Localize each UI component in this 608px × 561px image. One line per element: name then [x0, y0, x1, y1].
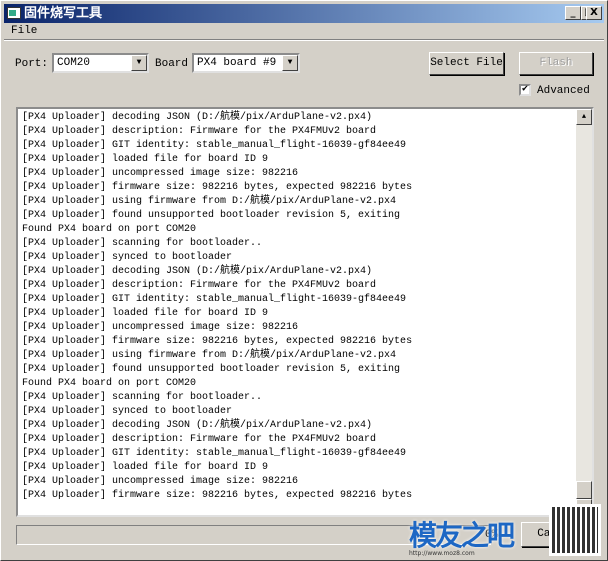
vertical-scrollbar[interactable]: ▲ ▼ — [576, 109, 592, 515]
board-value: PX4 board #9 — [197, 57, 277, 69]
log-line: [PX4 Uploader] loaded file for board ID … — [22, 154, 269, 165]
main-window: 固件烧写工具 _ □ X File Port: COM20 ▼ Board PX… — [0, 0, 608, 561]
log-line: [PX4 Uploader] decoding JSON (D:/航模/pix/… — [22, 266, 373, 277]
menu-file[interactable]: File — [11, 25, 37, 37]
log-line: [PX4 Uploader] uncompressed image size: … — [22, 322, 299, 333]
log-line: [PX4 Uploader] description: Firmware for… — [22, 434, 377, 445]
log-line: [PX4 Uploader] description: Firmware for… — [22, 126, 377, 137]
log-line: [PX4 Uploader] using firmware from D:/航模… — [22, 196, 397, 207]
menu-divider — [4, 39, 604, 41]
log-line: [PX4 Uploader] scanning for bootloader.. — [22, 392, 263, 403]
select-file-button[interactable]: Select File — [429, 52, 504, 75]
log-line: [PX4 Uploader] uncompressed image size: … — [22, 476, 299, 487]
log-line: [PX4 Uploader] GIT identity: stable_manu… — [22, 294, 407, 305]
log-line: Found PX4 board on port COM20 — [22, 378, 197, 389]
log-line: [PX4 Uploader] decoding JSON (D:/航模/pix/… — [22, 112, 373, 123]
log-line: [PX4 Uploader] firmware size: 982216 byt… — [22, 490, 413, 501]
flash-button[interactable]: Flash — [519, 52, 593, 75]
log-line: [PX4 Uploader] synced to bootloader — [22, 252, 233, 263]
scroll-thumb[interactable] — [576, 481, 592, 499]
log-line: [PX4 Uploader] decoding JSON (D:/航模/pix/… — [22, 420, 373, 431]
advanced-checkbox[interactable]: ✔ — [519, 84, 531, 96]
port-label: Port: — [15, 58, 49, 70]
log-line: [PX4 Uploader] synced to bootloader — [22, 406, 233, 417]
port-select[interactable]: COM20 ▼ — [52, 53, 149, 73]
qr-code — [549, 504, 601, 556]
window-title: 固件烧写工具 — [24, 6, 103, 21]
log-line: [PX4 Uploader] GIT identity: stable_manu… — [22, 140, 407, 151]
log-line: [PX4 Uploader] using firmware from D:/航模… — [22, 350, 397, 361]
log-line: [PX4 Uploader] found unsupported bootloa… — [22, 364, 401, 375]
log-line: [PX4 Uploader] scanning for bootloader.. — [22, 238, 263, 249]
log-line: [PX4 Uploader] GIT identity: stable_manu… — [22, 448, 407, 459]
log-line: [PX4 Uploader] firmware size: 982216 byt… — [22, 182, 413, 193]
log-line: [PX4 Uploader] loaded file for board ID … — [22, 462, 269, 473]
log-line: [PX4 Uploader] uncompressed image size: … — [22, 168, 299, 179]
app-icon — [7, 7, 21, 19]
log-line: [PX4 Uploader] loaded file for board ID … — [22, 308, 269, 319]
log-line: [PX4 Uploader] description: Firmware for… — [22, 280, 377, 291]
title-bar: 固件烧写工具 _ □ X — [4, 4, 604, 23]
close-button[interactable]: X — [586, 6, 602, 20]
log-line: [PX4 Uploader] firmware size: 982216 byt… — [22, 336, 413, 347]
board-select[interactable]: PX4 board #9 ▼ — [192, 53, 300, 73]
port-value: COM20 — [57, 57, 91, 69]
advanced-label: Advanced — [537, 85, 590, 97]
chevron-down-icon[interactable]: ▼ — [282, 55, 298, 71]
board-label: Board — [155, 58, 189, 70]
watermark-logo: 模友之吧 http://www.moz8.com — [409, 519, 515, 557]
log-lines: [PX4 Uploader] decoding JSON (D:/航模/pix/… — [22, 111, 412, 503]
log-line: Found PX4 board on port COM20 — [22, 224, 197, 235]
scroll-up-icon[interactable]: ▲ — [576, 109, 592, 125]
minimize-button[interactable]: _ — [565, 6, 581, 20]
log-output[interactable]: [PX4 Uploader] decoding JSON (D:/航模/pix/… — [16, 107, 594, 517]
chevron-down-icon[interactable]: ▼ — [131, 55, 147, 71]
log-line: [PX4 Uploader] found unsupported bootloa… — [22, 210, 401, 221]
